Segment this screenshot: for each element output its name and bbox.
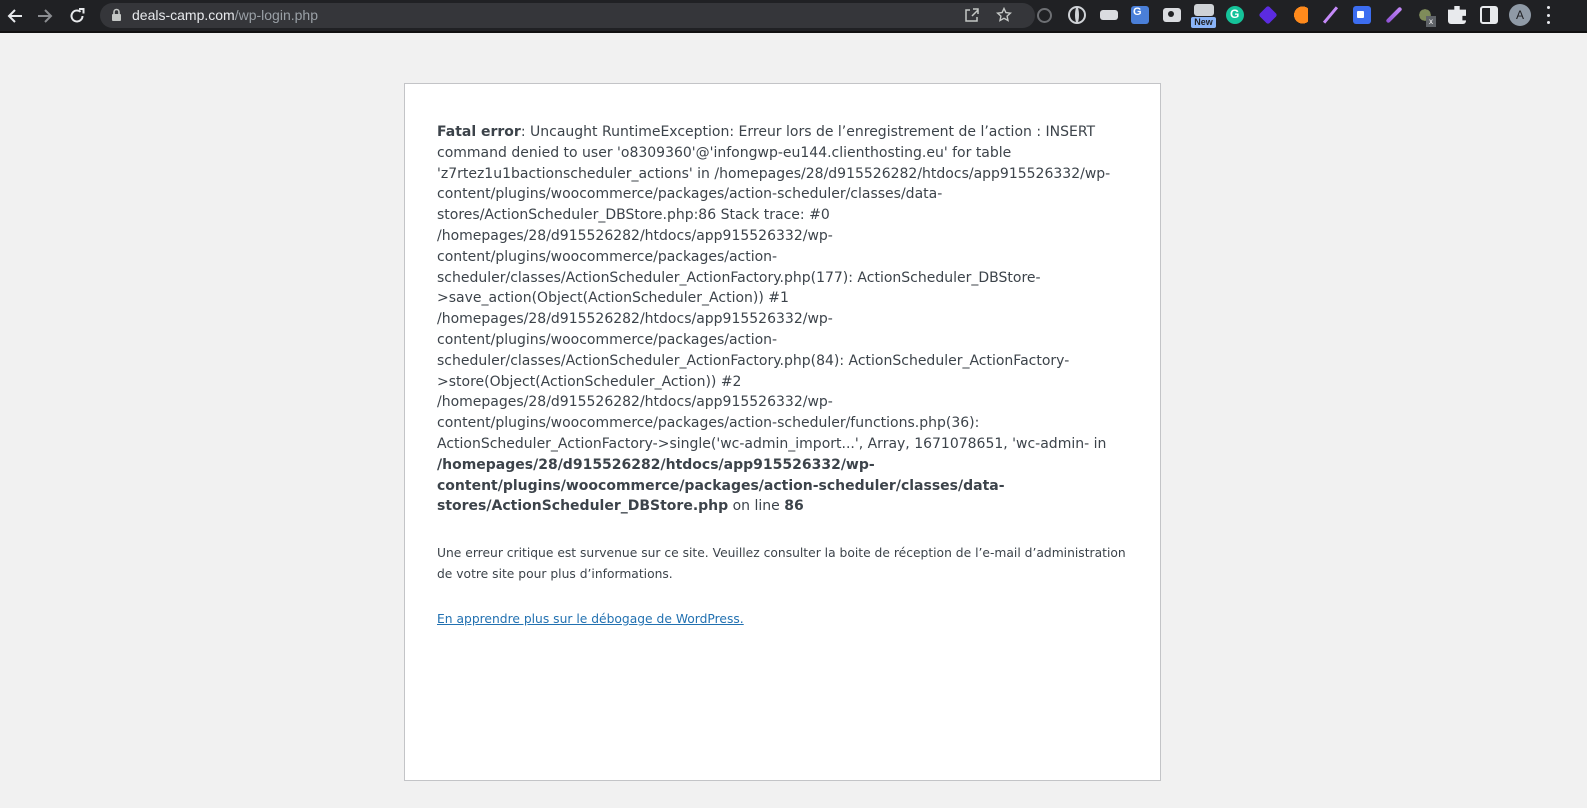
recycle-extension-icon[interactable] — [1037, 8, 1052, 23]
profile-avatar[interactable]: A — [1509, 4, 1531, 26]
critical-error-notice: Une erreur critique est survenue sur ce … — [437, 546, 1126, 582]
side-panel-icon[interactable] — [1480, 6, 1498, 24]
fatal-error-label: Fatal error — [437, 124, 521, 140]
back-arrow-icon[interactable] — [3, 4, 27, 28]
diamond-extension-icon[interactable] — [1258, 5, 1278, 25]
extensions-puzzle-icon[interactable] — [1448, 6, 1466, 24]
error-message-card: Fatal error: Uncaught RuntimeException: … — [404, 83, 1161, 781]
url-text[interactable]: deals-camp.com/wp-login.php — [132, 7, 318, 24]
moon-extension-icon[interactable] — [1290, 6, 1308, 24]
grammarly-extension-icon[interactable] — [1226, 6, 1244, 24]
address-bar[interactable]: deals-camp.com/wp-login.php — [100, 3, 1035, 28]
globe-extension-icon[interactable] — [1068, 6, 1086, 24]
debugging-help-link[interactable]: En apprendre plus sur le débogage de Wor… — [437, 609, 744, 630]
url-path: /wp-login.php — [234, 7, 318, 23]
kebab-menu-icon[interactable] — [1546, 6, 1550, 24]
reload-icon[interactable] — [65, 4, 89, 28]
camera-extension-icon[interactable] — [1163, 8, 1181, 22]
pen-extension-icon[interactable] — [1384, 6, 1402, 24]
translate-extension-icon[interactable] — [1131, 6, 1149, 24]
printer-extension-icon[interactable] — [1100, 10, 1118, 20]
fatal-error-text: Fatal error: Uncaught RuntimeException: … — [437, 122, 1128, 517]
eyedropper-extension-icon[interactable] — [1321, 6, 1339, 24]
share-icon[interactable] — [964, 7, 980, 28]
bookmark-star-icon[interactable] — [995, 6, 1013, 28]
on-line-text: on line — [728, 498, 785, 515]
extension-x-badge: x — [1426, 16, 1436, 27]
fatal-error-message: : Uncaught RuntimeException: Erreur lors… — [437, 124, 1111, 452]
error-line-number: 86 — [784, 498, 804, 515]
news-extension-icon[interactable] — [1194, 4, 1214, 16]
browser-toolbar: deals-camp.com/wp-login.php New x A — [0, 0, 1587, 33]
video-extension-icon[interactable] — [1353, 6, 1371, 24]
url-host: deals-camp.com — [132, 7, 235, 23]
lock-icon[interactable] — [111, 8, 122, 27]
new-badge: New — [1191, 17, 1216, 28]
forward-arrow-icon[interactable] — [33, 4, 57, 28]
error-file-path: /homepages/28/d915526282/htdocs/app91552… — [437, 456, 1005, 515]
